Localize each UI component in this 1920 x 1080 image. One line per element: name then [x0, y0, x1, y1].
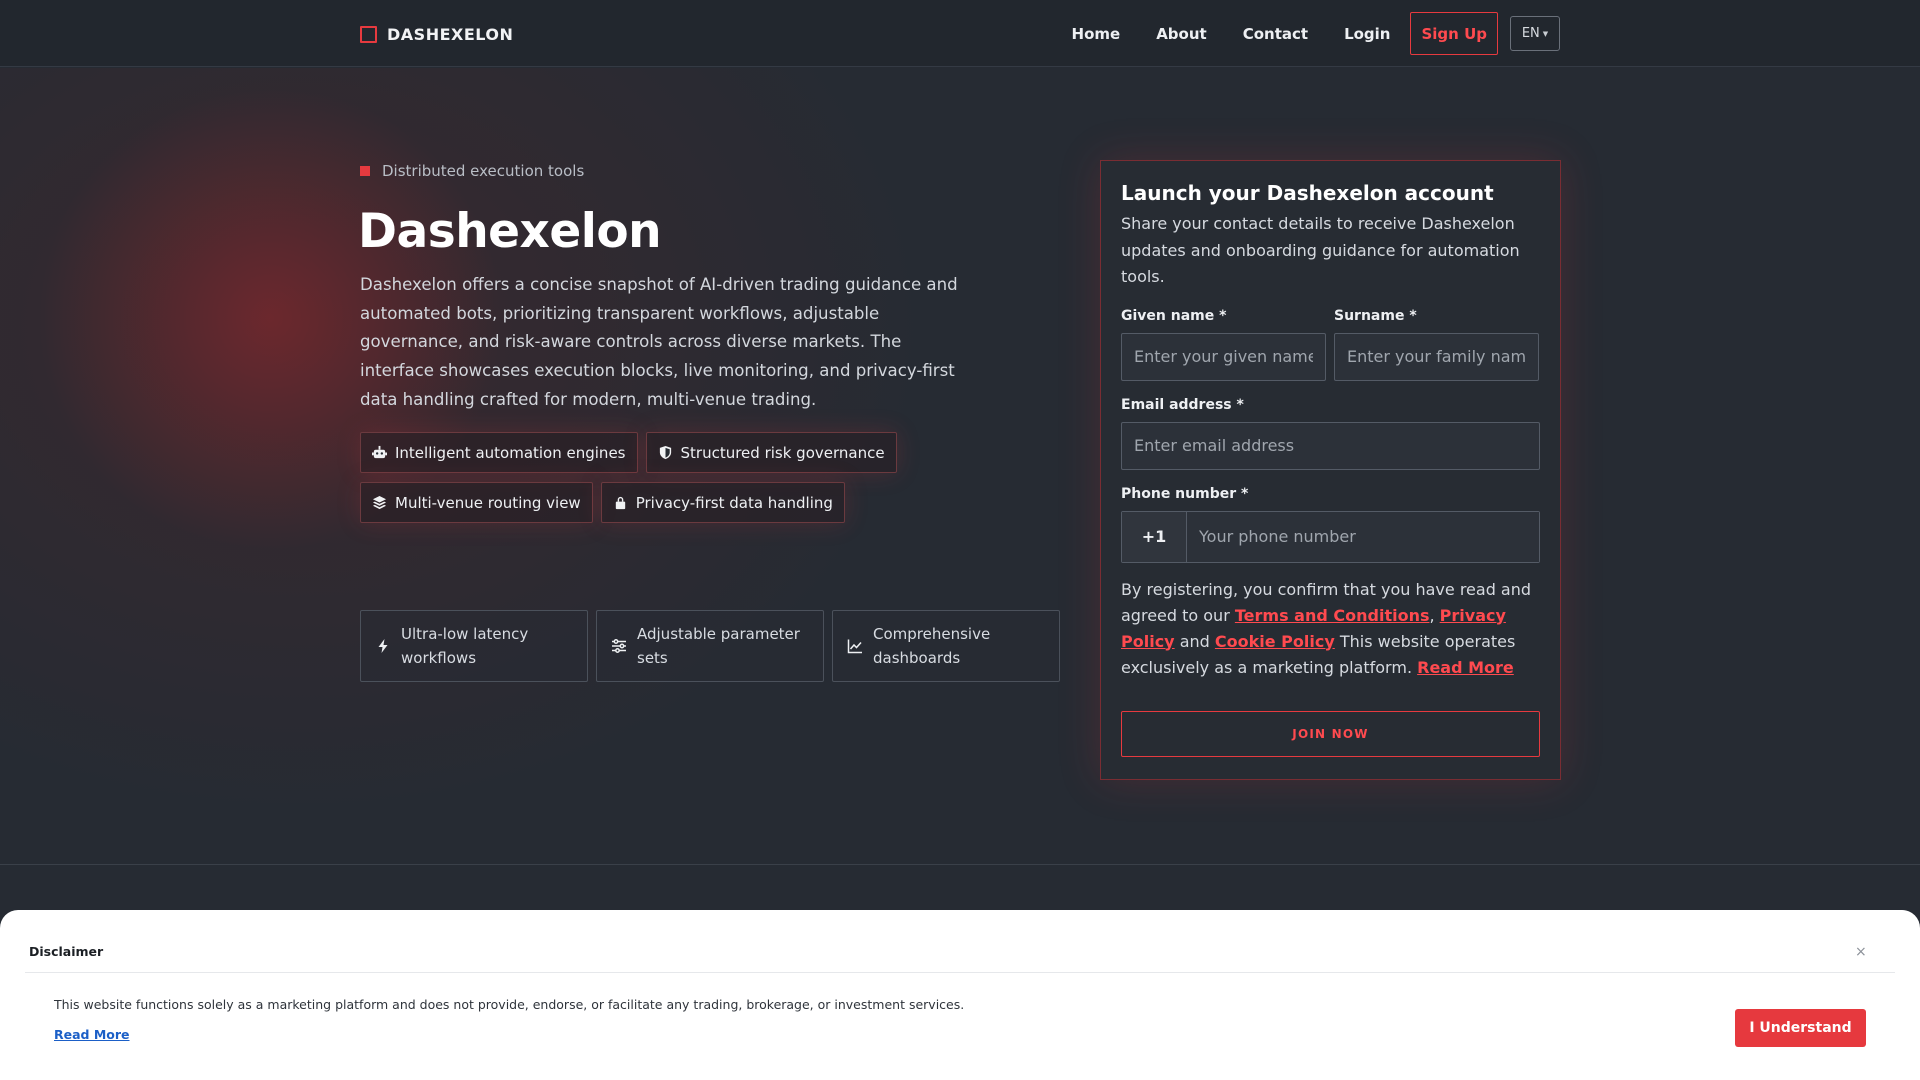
terms-link[interactable]: Terms and Conditions [1235, 606, 1430, 625]
hero-section: Distributed execution tools Dashexelon D… [0, 68, 1920, 865]
given-name-label: Given name * [1121, 307, 1227, 324]
disclaimer-header [25, 910, 1895, 973]
chip-label: Intelligent automation engines [395, 443, 626, 462]
feature-label: Comprehensive dashboards [873, 624, 991, 668]
signup-form-card: Launch your Dashexelon account Share you… [1100, 160, 1561, 780]
eyebrow-square-icon [360, 166, 370, 176]
join-now-button[interactable]: JOIN NOW [1121, 710, 1540, 757]
phone-label: Phone number * [1121, 485, 1249, 502]
chip-risk-governance: Structured risk governance [645, 432, 897, 473]
language-code: EN [1521, 26, 1540, 41]
email-input[interactable] [1134, 436, 1527, 455]
nav-login-link[interactable]: Login [1326, 25, 1408, 43]
language-selector[interactable]: EN ▼ [1510, 16, 1560, 51]
logo-square-icon [360, 25, 377, 43]
feature-card-dashboards: Comprehensive dashboards [832, 610, 1060, 682]
hero-description: Dashexelon offers a concise snapshot of … [360, 275, 958, 409]
brand-name: DASHEXELON [387, 24, 514, 44]
chip-automation: Intelligent automation engines [360, 432, 638, 473]
top-navigation-bar: DASHEXELON Home About Contact Login Sign… [0, 0, 1920, 67]
form-subtitle: Share your contact details to receive Da… [1121, 214, 1520, 286]
understand-button[interactable]: I Understand [1735, 1009, 1866, 1047]
disclaimer-banner: Disclaimer × This website functions sole… [0, 910, 1920, 1080]
phone-input[interactable] [1199, 527, 1527, 546]
phone-country-code[interactable]: +1 [1122, 511, 1187, 562]
main-nav: Home About Contact Login Sign Up EN ▼ [1054, 12, 1560, 55]
chevron-down-icon: ▼ [1542, 29, 1549, 38]
surname-group: Surname * [1334, 305, 1539, 381]
nav-contact-link[interactable]: Contact [1225, 25, 1326, 43]
consent-and: and [1179, 631, 1210, 651]
given-name-group: Given name * [1121, 305, 1326, 381]
given-name-input[interactable] [1134, 347, 1313, 366]
sliders-icon [612, 639, 626, 653]
nav-home-link[interactable]: Home [1054, 25, 1139, 43]
bolt-icon [378, 639, 388, 653]
layers-icon [372, 495, 387, 510]
shield-icon [659, 445, 671, 460]
phone-group: Phone number * +1 [1121, 483, 1540, 563]
feature-card-latency: Ultra-low latency workflows [360, 610, 588, 682]
surname-label: Surname * [1334, 307, 1417, 324]
feature-label: Ultra-low latency workflows [401, 624, 529, 668]
disclaimer-text: This website functions solely as a marke… [54, 997, 965, 1012]
consent-text: By registering, you confirm that you hav… [1121, 579, 1532, 677]
cookie-link[interactable]: Cookie Policy [1215, 632, 1335, 651]
brand-logo[interactable]: DASHEXELON [360, 22, 513, 46]
chip-privacy: Privacy-first data handling [600, 482, 845, 523]
disclaimer-title: Disclaimer [29, 944, 104, 959]
surname-input[interactable] [1347, 347, 1526, 366]
email-group: Email address * [1121, 394, 1540, 470]
chip-label: Structured risk governance [680, 443, 885, 462]
signup-button[interactable]: Sign Up [1410, 12, 1498, 55]
chip-label: Multi-venue routing view [395, 493, 581, 512]
chart-line-icon [847, 639, 862, 654]
disclaimer-read-more-link[interactable]: Read More [54, 1027, 130, 1042]
lock-icon [615, 496, 625, 510]
chip-routing: Multi-venue routing view [360, 482, 593, 523]
email-label: Email address * [1121, 396, 1244, 413]
feature-card-parameters: Adjustable parameter sets [596, 610, 824, 682]
nav-about-link[interactable]: About [1138, 25, 1225, 43]
eyebrow-text: Distributed execution tools [382, 162, 585, 180]
hero-eyebrow: Distributed execution tools [360, 162, 584, 180]
close-icon[interactable]: × [1855, 944, 1867, 960]
feature-cards: Ultra-low latency workflows Adjustable p… [360, 610, 1060, 682]
robot-icon [372, 445, 387, 459]
feature-chips: Intelligent automation engines Structure… [360, 432, 1080, 532]
read-more-link[interactable]: Read More [1417, 658, 1514, 677]
chip-label: Privacy-first data handling [635, 493, 833, 512]
page-title: Dashexelon [358, 204, 662, 259]
form-title: Launch your Dashexelon account [1121, 181, 1494, 205]
feature-label: Adjustable parameter sets [637, 624, 800, 668]
